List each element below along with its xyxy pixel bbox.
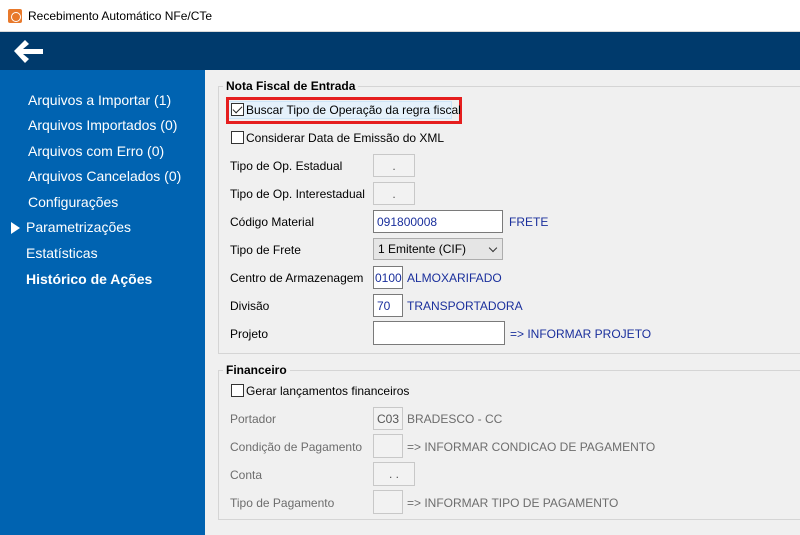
condicao-pagamento-field[interactable]	[373, 434, 403, 458]
condicao-pagamento-label: Condição de Pagamento	[230, 440, 363, 454]
sidebar-item-parametrizacoes[interactable]: Parametrizações	[26, 219, 131, 235]
sidebar-item-arquivos-cancelados[interactable]: Arquivos Cancelados (0)	[28, 168, 181, 184]
considerar-data-checkbox[interactable]	[231, 131, 244, 144]
tipo-op-estadual-label: Tipo de Op. Estadual	[230, 159, 343, 173]
sidebar-item-arquivos-erro[interactable]: Arquivos com Erro (0)	[28, 143, 164, 159]
codigo-material-field[interactable]: 091800008	[373, 210, 503, 233]
tipo-frete-value: 1 Emitente (CIF)	[378, 242, 467, 256]
considerar-data-label[interactable]: Considerar Data de Emissão do XML	[246, 131, 444, 145]
window-titlebar: Recebimento Automático NFe/CTe	[0, 0, 800, 32]
back-arrow-icon	[14, 40, 43, 63]
tipo-pagamento-desc: => INFORMAR TIPO DE PAGAMENTO	[407, 496, 619, 510]
chevron-down-icon	[488, 243, 498, 253]
gerar-lancamentos-label[interactable]: Gerar lançamentos financeiros	[246, 384, 409, 398]
sidebar-item-configuracoes[interactable]: Configurações	[28, 194, 118, 210]
tipo-op-interestadual-field[interactable]: .	[373, 182, 415, 205]
gerar-lancamentos-checkbox[interactable]	[231, 384, 244, 397]
codigo-material-desc: FRETE	[509, 215, 549, 229]
projeto-label: Projeto	[230, 327, 269, 341]
tipo-pagamento-label: Tipo de Pagamento	[230, 496, 335, 510]
back-button[interactable]	[10, 37, 46, 65]
codigo-material-label: Código Material	[230, 215, 315, 229]
financeiro-title: Financeiro	[223, 363, 290, 377]
app-icon	[8, 8, 22, 23]
tipo-frete-select[interactable]: 1 Emitente (CIF)	[373, 238, 503, 260]
expand-triangle-icon[interactable]	[11, 222, 20, 234]
tipo-pagamento-field[interactable]	[373, 490, 403, 514]
buscar-tipo-checkbox[interactable]	[231, 103, 244, 116]
sidebar: Arquivos a Importar (1) Arquivos Importa…	[0, 70, 205, 535]
nota-fiscal-title: Nota Fiscal de Entrada	[223, 79, 359, 93]
tipo-op-estadual-field[interactable]: .	[373, 154, 415, 177]
centro-armazenagem-field[interactable]: 0100	[373, 266, 403, 289]
divisao-label: Divisão	[230, 299, 270, 313]
tipo-frete-label: Tipo de Frete	[230, 243, 301, 257]
sidebar-item-estatisticas[interactable]: Estatísticas	[26, 245, 98, 261]
portador-label: Portador	[230, 412, 277, 426]
window-title: Recebimento Automático NFe/CTe	[28, 8, 213, 23]
divisao-desc: TRANSPORTADORA	[407, 299, 523, 313]
tipo-op-interestadual-label: Tipo de Op. Interestadual	[230, 187, 365, 201]
sidebar-item-historico-acoes[interactable]: Histórico de Ações	[26, 271, 152, 287]
top-toolbar	[0, 32, 800, 70]
main-panel: Nota Fiscal de Entrada Buscar Tipo de Op…	[205, 70, 800, 535]
divisao-field[interactable]: 70	[373, 294, 403, 317]
portador-desc: BRADESCO - CC	[407, 412, 503, 426]
buscar-tipo-label[interactable]: Buscar Tipo de Operação da regra fiscal	[246, 103, 461, 117]
projeto-field[interactable]	[373, 321, 505, 345]
centro-armazenagem-label: Centro de Armazenagem	[230, 271, 364, 285]
conta-field[interactable]: . .	[373, 462, 415, 486]
sidebar-item-arquivos-importar[interactable]: Arquivos a Importar (1)	[28, 92, 171, 108]
sidebar-item-arquivos-importados[interactable]: Arquivos Importados (0)	[28, 117, 177, 133]
portador-field[interactable]: C03	[373, 407, 403, 430]
projeto-desc: => INFORMAR PROJETO	[510, 327, 652, 341]
centro-armazenagem-desc: ALMOXARIFADO	[407, 271, 502, 285]
conta-label: Conta	[230, 468, 263, 482]
condicao-pagamento-desc: => INFORMAR CONDICAO DE PAGAMENTO	[407, 440, 656, 454]
